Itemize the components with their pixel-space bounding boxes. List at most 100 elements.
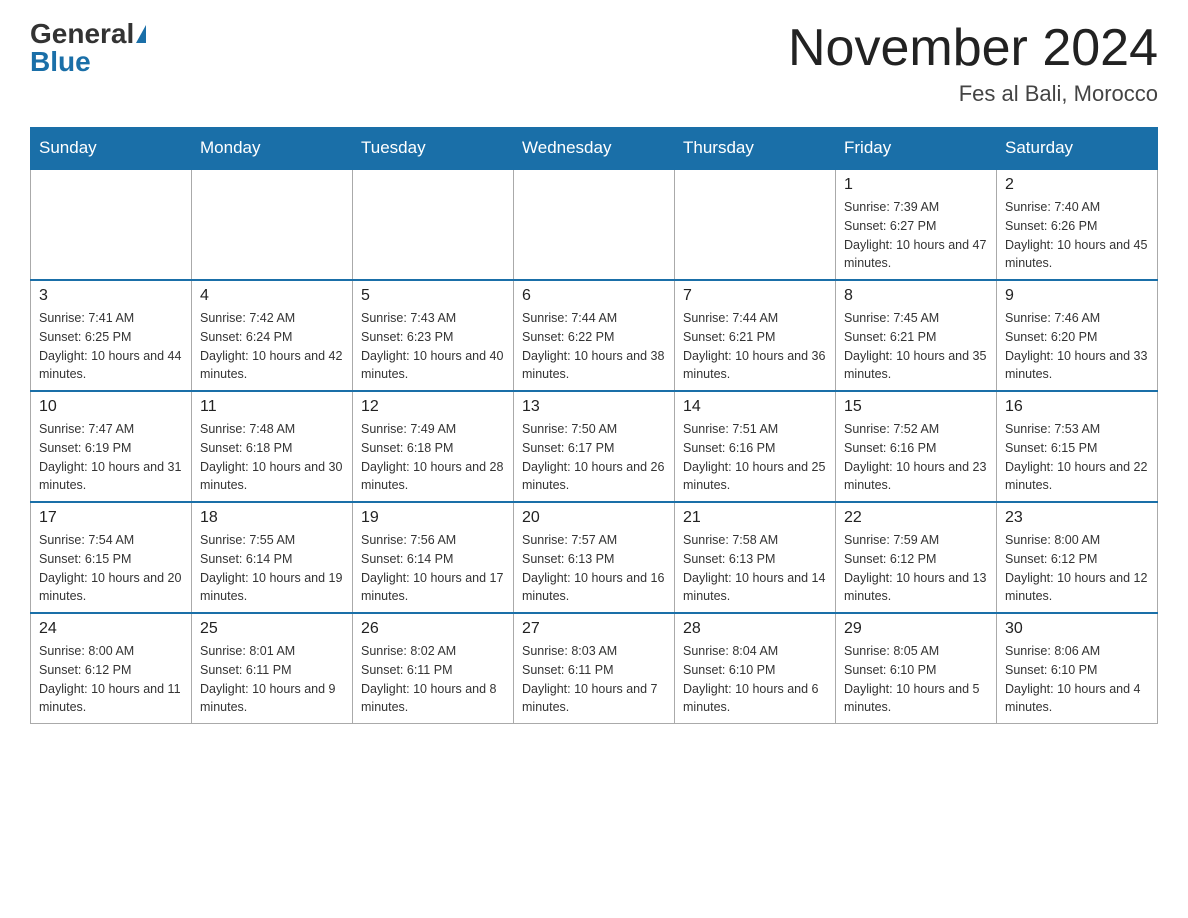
calendar-day-cell: 19 Sunrise: 7:56 AMSunset: 6:14 PMDayligh… (353, 502, 514, 613)
day-info: Sunrise: 7:50 AMSunset: 6:17 PMDaylight:… (522, 420, 666, 495)
day-info: Sunrise: 7:45 AMSunset: 6:21 PMDaylight:… (844, 309, 988, 384)
day-number: 22 (844, 509, 988, 527)
title-area: November 2024 Fes al Bali, Morocco (788, 20, 1158, 107)
day-info: Sunrise: 7:47 AMSunset: 6:19 PMDaylight:… (39, 420, 183, 495)
day-number: 28 (683, 620, 827, 638)
calendar-day-cell: 11 Sunrise: 7:48 AMSunset: 6:18 PMDayligh… (192, 391, 353, 502)
day-info: Sunrise: 7:59 AMSunset: 6:12 PMDaylight:… (844, 531, 988, 606)
day-info: Sunrise: 7:58 AMSunset: 6:13 PMDaylight:… (683, 531, 827, 606)
day-number: 26 (361, 620, 505, 638)
calendar-header-row: SundayMondayTuesdayWednesdayThursdayFrid… (31, 128, 1158, 170)
day-number: 30 (1005, 620, 1149, 638)
calendar-day-cell: 12Sunrise: 7:49 AMSunset: 6:18 PMDayligh… (353, 391, 514, 502)
calendar-day-cell: 22 Sunrise: 7:59 AMSunset: 6:12 PMDayligh… (836, 502, 997, 613)
calendar-week-row: 24 Sunrise: 8:00 AMSunset: 6:12 PMDayligh… (31, 613, 1158, 724)
day-info: Sunrise: 7:56 AMSunset: 6:14 PMDaylight:… (361, 531, 505, 606)
day-number: 1 (844, 176, 988, 194)
calendar-day-cell: 9 Sunrise: 7:46 AMSunset: 6:20 PMDaylight… (997, 280, 1158, 391)
calendar-day-cell: 20 Sunrise: 7:57 AMSunset: 6:13 PMDayligh… (514, 502, 675, 613)
day-number: 7 (683, 287, 827, 305)
day-number: 25 (200, 620, 344, 638)
calendar-day-cell: 21Sunrise: 7:58 AMSunset: 6:13 PMDayligh… (675, 502, 836, 613)
day-info: Sunrise: 8:01 AMSunset: 6:11 PMDaylight:… (200, 642, 344, 717)
day-info: Sunrise: 7:39 AMSunset: 6:27 PMDaylight:… (844, 198, 988, 273)
calendar-day-cell: 6 Sunrise: 7:44 AMSunset: 6:22 PMDaylight… (514, 280, 675, 391)
day-info: Sunrise: 7:40 AMSunset: 6:26 PMDaylight:… (1005, 198, 1149, 273)
day-info: Sunrise: 7:42 AMSunset: 6:24 PMDaylight:… (200, 309, 344, 384)
day-of-week-header: Tuesday (353, 128, 514, 170)
calendar-day-cell: 17 Sunrise: 7:54 AMSunset: 6:15 PMDayligh… (31, 502, 192, 613)
day-number: 6 (522, 287, 666, 305)
calendar-day-cell: 30 Sunrise: 8:06 AMSunset: 6:10 PMDayligh… (997, 613, 1158, 724)
calendar-week-row: 17 Sunrise: 7:54 AMSunset: 6:15 PMDayligh… (31, 502, 1158, 613)
calendar-title: November 2024 (788, 20, 1158, 77)
calendar-day-cell: 8Sunrise: 7:45 AMSunset: 6:21 PMDaylight… (836, 280, 997, 391)
day-info: Sunrise: 8:03 AMSunset: 6:11 PMDaylight:… (522, 642, 666, 717)
day-of-week-header: Monday (192, 128, 353, 170)
header: General Blue November 2024 Fes al Bali, … (30, 20, 1158, 107)
calendar-day-cell: 18 Sunrise: 7:55 AMSunset: 6:14 PMDayligh… (192, 502, 353, 613)
day-number: 10 (39, 398, 183, 416)
day-info: Sunrise: 7:43 AMSunset: 6:23 PMDaylight:… (361, 309, 505, 384)
day-number: 27 (522, 620, 666, 638)
logo-blue-text: Blue (30, 48, 91, 76)
day-number: 16 (1005, 398, 1149, 416)
day-number: 29 (844, 620, 988, 638)
day-of-week-header: Wednesday (514, 128, 675, 170)
day-info: Sunrise: 7:54 AMSunset: 6:15 PMDaylight:… (39, 531, 183, 606)
day-number: 11 (200, 398, 344, 416)
calendar-table: SundayMondayTuesdayWednesdayThursdayFrid… (30, 127, 1158, 724)
day-number: 18 (200, 509, 344, 527)
day-info: Sunrise: 8:05 AMSunset: 6:10 PMDaylight:… (844, 642, 988, 717)
calendar-day-cell (675, 169, 836, 280)
calendar-day-cell (514, 169, 675, 280)
day-info: Sunrise: 7:55 AMSunset: 6:14 PMDaylight:… (200, 531, 344, 606)
calendar-day-cell (353, 169, 514, 280)
day-number: 9 (1005, 287, 1149, 305)
day-number: 13 (522, 398, 666, 416)
day-number: 23 (1005, 509, 1149, 527)
calendar-day-cell: 13 Sunrise: 7:50 AMSunset: 6:17 PMDayligh… (514, 391, 675, 502)
day-of-week-header: Saturday (997, 128, 1158, 170)
day-info: Sunrise: 7:48 AMSunset: 6:18 PMDaylight:… (200, 420, 344, 495)
day-info: Sunrise: 8:00 AMSunset: 6:12 PMDaylight:… (39, 642, 183, 717)
day-number: 15 (844, 398, 988, 416)
calendar-day-cell: 1 Sunrise: 7:39 AMSunset: 6:27 PMDaylight… (836, 169, 997, 280)
logo-triangle-icon (136, 25, 146, 43)
day-info: Sunrise: 8:02 AMSunset: 6:11 PMDaylight:… (361, 642, 505, 717)
logo: General Blue (30, 20, 146, 76)
calendar-day-cell: 7 Sunrise: 7:44 AMSunset: 6:21 PMDaylight… (675, 280, 836, 391)
day-info: Sunrise: 7:57 AMSunset: 6:13 PMDaylight:… (522, 531, 666, 606)
calendar-day-cell (192, 169, 353, 280)
day-number: 3 (39, 287, 183, 305)
day-number: 4 (200, 287, 344, 305)
day-of-week-header: Sunday (31, 128, 192, 170)
calendar-day-cell: 5 Sunrise: 7:43 AMSunset: 6:23 PMDaylight… (353, 280, 514, 391)
day-info: Sunrise: 7:46 AMSunset: 6:20 PMDaylight:… (1005, 309, 1149, 384)
calendar-day-cell (31, 169, 192, 280)
logo-general-text: General (30, 20, 134, 48)
calendar-week-row: 10 Sunrise: 7:47 AMSunset: 6:19 PMDayligh… (31, 391, 1158, 502)
day-info: Sunrise: 7:49 AMSunset: 6:18 PMDaylight:… (361, 420, 505, 495)
day-info: Sunrise: 7:53 AMSunset: 6:15 PMDaylight:… (1005, 420, 1149, 495)
calendar-day-cell: 27 Sunrise: 8:03 AMSunset: 6:11 PMDayligh… (514, 613, 675, 724)
day-number: 24 (39, 620, 183, 638)
day-number: 20 (522, 509, 666, 527)
day-info: Sunrise: 8:06 AMSunset: 6:10 PMDaylight:… (1005, 642, 1149, 717)
calendar-day-cell: 23 Sunrise: 8:00 AMSunset: 6:12 PMDayligh… (997, 502, 1158, 613)
day-info: Sunrise: 8:00 AMSunset: 6:12 PMDaylight:… (1005, 531, 1149, 606)
day-of-week-header: Thursday (675, 128, 836, 170)
calendar-day-cell: 4 Sunrise: 7:42 AMSunset: 6:24 PMDaylight… (192, 280, 353, 391)
calendar-week-row: 3 Sunrise: 7:41 AMSunset: 6:25 PMDaylight… (31, 280, 1158, 391)
day-number: 19 (361, 509, 505, 527)
day-info: Sunrise: 7:44 AMSunset: 6:22 PMDaylight:… (522, 309, 666, 384)
calendar-day-cell: 24 Sunrise: 8:00 AMSunset: 6:12 PMDayligh… (31, 613, 192, 724)
calendar-day-cell: 14Sunrise: 7:51 AMSunset: 6:16 PMDayligh… (675, 391, 836, 502)
day-number: 17 (39, 509, 183, 527)
calendar-day-cell: 26 Sunrise: 8:02 AMSunset: 6:11 PMDayligh… (353, 613, 514, 724)
day-number: 5 (361, 287, 505, 305)
day-number: 14 (683, 398, 827, 416)
day-info: Sunrise: 7:44 AMSunset: 6:21 PMDaylight:… (683, 309, 827, 384)
day-number: 2 (1005, 176, 1149, 194)
day-info: Sunrise: 7:41 AMSunset: 6:25 PMDaylight:… (39, 309, 183, 384)
